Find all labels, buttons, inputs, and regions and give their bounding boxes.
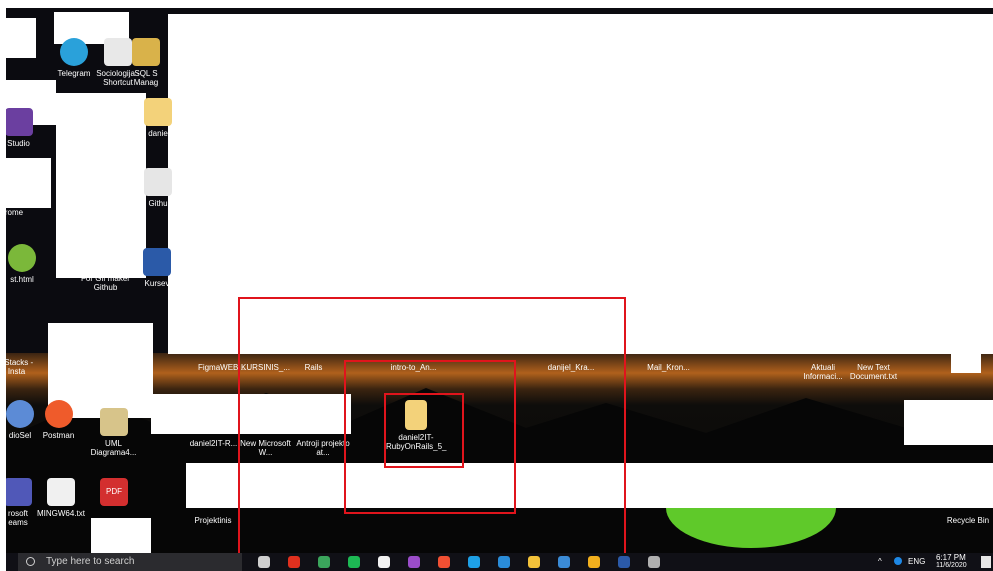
file-icon [144,168,172,196]
highlight-box-inner [384,393,464,468]
desktop-icon-label: MINGW64.txt [36,509,85,518]
purple-app-icon[interactable] [408,556,420,568]
clock-time[interactable]: 6:17 PM [936,553,966,562]
teams-icon [6,478,32,506]
desktop-icon-pdf[interactable]: PDF [94,478,134,509]
desktop-icon-label: For Gif maker Github [81,274,130,292]
desktop-icon-label: rosoft eams [7,509,28,527]
taskbar-search-box[interactable]: Type here to search [18,553,242,571]
desktop-icon-aktuali[interactable]: Aktuali Informaci... [798,363,848,381]
desktop-icon-label: Studio [7,139,30,148]
desktop-icon-label: Githu [148,199,168,208]
desktop-icon-chrome[interactable]: rome [6,208,34,217]
desktop-icon-mail[interactable]: Mail_Kron... [641,363,696,372]
desktop-icon-folder[interactable]: danie [144,98,172,138]
text-file-icon [47,478,75,506]
vscode-icon[interactable] [498,556,510,568]
store-icon[interactable] [378,556,390,568]
desktop-icon-label: st.html [10,275,34,284]
git-icon[interactable] [438,556,450,568]
desktop-icon-new-text[interactable]: New Text Document.txt [846,363,901,381]
desktop-icon-label: danie [148,129,168,138]
desktop-icon-sql[interactable]: SQL S Manag [126,38,166,87]
desktop-icon-word-doc[interactable]: Kursev [142,248,172,288]
opera-icon[interactable] [288,556,300,568]
desktop-icon-label: rome [6,208,24,217]
studio-icon [6,108,33,136]
chevron-up-icon[interactable]: ^ [878,557,882,566]
desktop-icon-label: dioSel [8,431,32,440]
redaction-block [91,518,151,553]
desktop-icon-gif-maker[interactable]: For Gif maker Github [78,274,133,292]
desktop-icon-label: daniel2IT-R... [189,439,238,448]
desktop-icon-r-studio[interactable]: dioSel [6,400,40,440]
desktop-icon-label: eStacks -Insta [6,358,34,376]
chrome-icon[interactable] [588,556,600,568]
word-icon[interactable] [618,556,630,568]
desktop-icon-label: Kursev [144,279,170,288]
desktop-icon-uml[interactable]: UML Diagrama4... [86,408,141,457]
language-indicator[interactable]: ENG [908,557,925,566]
desktop-icon-daniel2it[interactable]: daniel2IT-R... [186,439,241,448]
desktop-icon-label: Aktuali Informaci... [803,363,843,381]
desktop-icon-label: Projektinis [194,516,232,525]
network-icon[interactable] [894,557,902,565]
task-view-icon[interactable] [258,556,270,568]
desktop-icon-github[interactable]: Githu [144,168,172,208]
redaction-block [951,353,981,373]
redaction-block [56,93,146,278]
search-icon [26,557,35,566]
folder-icon [144,98,172,126]
desktop-icon-utorrent[interactable]: st.html [6,244,42,284]
utorrent-icon [8,244,36,272]
desktop-icon-projektinis[interactable]: Projektinis [188,516,238,525]
desktop-icon-studio[interactable]: Studio [6,108,41,148]
pdf-icon: PDF [100,478,128,506]
desktop-icon-recycle-bin[interactable]: Recycle Bin [943,516,993,525]
notification-icon[interactable] [981,556,991,568]
desktop-icon-label: New Text Document.txt [849,363,898,381]
spotify-icon[interactable] [348,556,360,568]
search-placeholder: Type here to search [46,556,135,567]
chrome-green-icon[interactable] [318,556,330,568]
desktop-icon-mingw[interactable]: MINGW64.txt [36,478,86,518]
desktop-icon-label: Postman [42,431,75,440]
desktop-icon-estacks[interactable]: eStacks -Insta [6,358,39,376]
clock-date: 11/6/2020 [936,562,967,569]
r-icon [6,400,34,428]
desktop-icon-teams[interactable]: rosoft eams [6,478,38,527]
redaction-block [904,400,993,445]
desktop-icon-label: UML Diagrama4... [90,439,137,457]
desktop-icon-label: SQL S Manag [133,69,159,87]
desktop-icon-postman[interactable]: Postman [36,400,81,440]
sql-icon [132,38,160,66]
mail-icon[interactable] [558,556,570,568]
explorer-icon[interactable] [528,556,540,568]
desktop-screen: Telegram Sociologija - Shortcut SQL S Ma… [6,8,993,571]
telegram-icon [60,38,88,66]
bird-icon[interactable] [648,556,660,568]
desktop-icon-label: Recycle Bin [946,516,990,525]
taskbar: Type here to search ^ ENG 6:17 PM 11/6/2… [6,553,993,571]
redaction-block [6,158,51,208]
word-icon [143,248,171,276]
edge-icon[interactable] [468,556,480,568]
uml-icon [99,408,128,436]
redaction-block [6,18,36,58]
postman-icon [44,400,73,428]
desktop-icon-label: Mail_Kron... [647,363,690,372]
